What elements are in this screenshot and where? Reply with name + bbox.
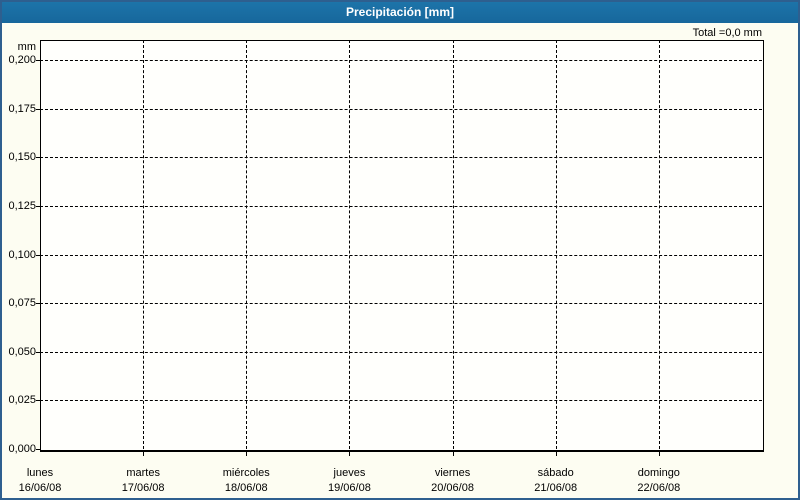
total-value-label: Total =0,0 mm [692,27,762,39]
x-axis-date-label: 18/06/08 [224,482,268,494]
y-gridline [40,351,762,353]
x-axis-date-label: 16/06/08 [18,482,62,494]
x-gridline [555,40,557,449]
y-axis-tick-label: 0,125 [8,200,36,212]
x-axis-tick [452,451,454,456]
x-gridline [452,40,454,449]
x-axis-day-label: domingo [637,467,680,479]
y-gridline [40,254,762,256]
x-axis-date-label: 19/06/08 [328,482,371,494]
y-gridline [40,108,762,110]
x-axis-date-label: 20/06/08 [431,482,474,494]
x-axis-date-label: 22/06/08 [637,482,681,494]
y-gridline [40,157,762,159]
x-axis-day-label: miércoles [222,467,270,479]
y-axis-tick-label: 0,000 [8,443,36,455]
x-axis-tick [658,451,660,456]
x-axis-date-label: 17/06/08 [121,482,165,494]
x-gridline [143,40,145,449]
x-axis-tick [246,451,248,456]
x-axis-day-label: jueves [333,467,366,479]
x-gridline [246,40,248,449]
chart-title-bar: Precipitación [mm] [2,2,798,23]
y-axis-tick-label: 0,100 [8,248,36,261]
y-axis-tick-label: 0,200 [8,54,36,67]
x-gridline [658,40,660,449]
x-axis-tick [555,451,557,456]
y-axis-tick [36,60,40,62]
y-axis-tick [36,157,40,159]
y-gridline [40,60,762,62]
y-axis-tick [36,108,40,110]
y-axis-tick-label: 0,050 [8,345,36,358]
y-gridline [40,206,762,207]
y-axis-tick [36,400,40,402]
y-axis-tick [36,449,40,450]
x-axis-day-label: viernes [434,467,471,479]
plot-area [40,40,764,452]
x-axis-date-label: 21/06/08 [534,482,578,494]
y-axis-tick-label: 0,150 [8,151,36,164]
y-axis-unit-label: mm [17,41,36,53]
chart-title: Precipitación [mm] [345,5,455,19]
y-axis-tick-label: 0,075 [8,297,36,310]
y-axis-tick-label: 0,175 [8,102,36,115]
x-gridline [349,40,351,449]
x-axis-day-label: lunes [26,467,54,479]
chart-window: Precipitación [mm] Total =0,0 mm mm 0,00… [0,0,800,500]
x-axis-tick [143,451,145,456]
x-axis-day-label: sábado [537,467,574,479]
y-axis-tick [36,254,40,256]
y-axis-tick [36,303,40,305]
y-axis-tick [36,351,40,353]
y-gridline [40,400,762,402]
y-axis-tick [36,206,40,207]
x-axis-tick [349,451,351,456]
y-gridline [40,303,762,305]
x-axis-day-label: martes [126,467,160,479]
y-axis-tick-label: 0,025 [8,394,36,407]
